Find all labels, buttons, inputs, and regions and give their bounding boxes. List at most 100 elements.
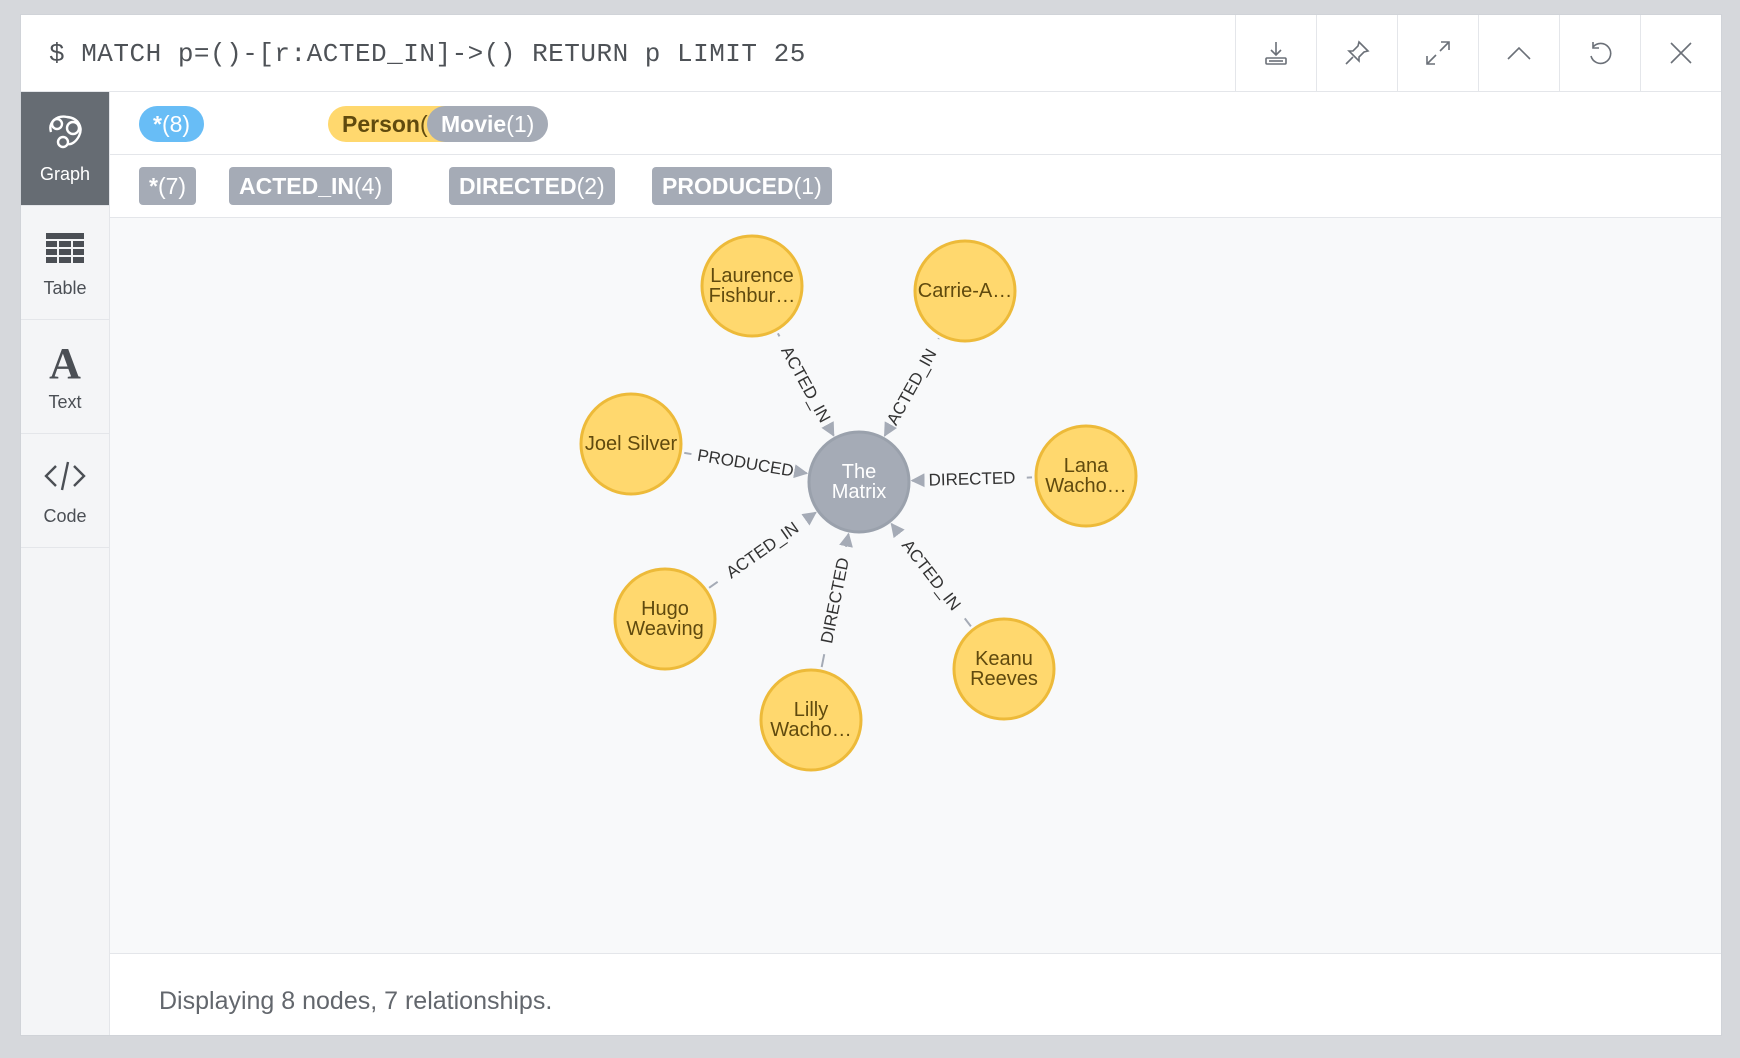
collapse-icon xyxy=(1507,46,1531,60)
label-pill-all[interactable]: *(8) xyxy=(139,106,205,142)
sidebar-item-text[interactable]: A Text xyxy=(21,320,109,434)
result-frame: $ MATCH p=()-[r:ACTED_IN]->() RETURN p L… xyxy=(20,14,1722,1036)
relationship-carrie[interactable]: ACTED_IN xyxy=(883,337,940,437)
download-button[interactable] xyxy=(1235,15,1316,91)
node-caption: Fishbur… xyxy=(709,285,796,307)
graph-svg[interactable]: ACTED_IN ACTED_IN PRODUCED DIRECTED ACTED_IN… xyxy=(110,218,1721,953)
node-caption: Joel Silver xyxy=(585,433,678,455)
node-caption: Lana xyxy=(1064,455,1109,477)
label-count: (1) xyxy=(506,111,535,137)
relationship-label: DIRECTED xyxy=(817,556,853,645)
rel-count: (2) xyxy=(576,173,605,199)
graph-icon xyxy=(49,115,82,149)
sidebar-item-label: Text xyxy=(48,392,82,412)
download-icon xyxy=(1265,42,1287,65)
relationship-label: ACTED_IN xyxy=(898,536,965,614)
rel-tag-directed[interactable]: DIRECTED(2) xyxy=(449,167,615,205)
relationship-label: ACTED_IN xyxy=(777,343,834,426)
graph-canvas[interactable]: ACTED_IN ACTED_IN PRODUCED DIRECTED ACTED_IN… xyxy=(110,218,1721,954)
relationship-joel[interactable]: PRODUCED xyxy=(684,446,809,481)
code-icon xyxy=(44,461,86,491)
sidebar-item-graph[interactable]: Graph xyxy=(21,92,109,206)
relationship-line xyxy=(684,451,692,456)
rel-name: PRODUCED xyxy=(662,173,794,199)
rel-count: (1) xyxy=(793,173,822,199)
label-name: Movie xyxy=(441,111,507,137)
frame-toolbar xyxy=(1235,15,1721,91)
relationship-lilly[interactable]: DIRECTED xyxy=(817,532,853,668)
relationship-arrow xyxy=(839,532,853,548)
rel-name: ACTED_IN xyxy=(239,173,355,199)
query-text[interactable]: $ MATCH p=()-[r:ACTED_IN]->() RETURN p L… xyxy=(49,39,806,69)
svg-text:A: A xyxy=(49,340,81,384)
rel-name: * xyxy=(149,173,158,199)
node-caption: Keanu xyxy=(975,648,1033,670)
relationship-arrow xyxy=(801,511,817,526)
sidebar-item-label: Code xyxy=(43,506,87,526)
node-person-lana[interactable]: LanaWacho… xyxy=(1034,424,1138,528)
fullscreen-button[interactable] xyxy=(1397,15,1478,91)
status-bar-text: Displaying 8 nodes, 7 relationships. xyxy=(159,987,553,1015)
relationship-keanu[interactable]: ACTED_IN xyxy=(890,522,972,627)
relationship-lana[interactable]: DIRECTED xyxy=(910,468,1033,490)
sidebar-item-label: Table xyxy=(43,278,87,298)
rel-count: (4) xyxy=(354,173,383,199)
rel-count: (7) xyxy=(157,173,187,199)
pin-button[interactable] xyxy=(1316,15,1397,91)
node-person-hugo[interactable]: HugoWeaving xyxy=(613,567,717,671)
node-caption: Wacho… xyxy=(1045,475,1127,497)
relationship-line xyxy=(963,617,972,627)
collapse-button[interactable] xyxy=(1478,15,1559,91)
node-person-keanu[interactable]: KeanuReeves xyxy=(952,617,1056,721)
node-person-lilly[interactable]: LillyWacho… xyxy=(759,668,863,772)
frame-header: $ MATCH p=()-[r:ACTED_IN]->() RETURN p L… xyxy=(21,15,1721,92)
view-sidebar: Graph Table A Text Code xyxy=(21,92,110,1035)
node-caption: Laurence xyxy=(710,265,793,287)
relationship-type-legend: *(7) ACTED_IN(4) DIRECTED(2) PRODUCED(1) xyxy=(110,155,1721,218)
relationship-label: ACTED_IN xyxy=(723,518,803,582)
relationship-label: ACTED_IN xyxy=(883,346,940,429)
relationship-line xyxy=(708,581,719,589)
relationship-arrow xyxy=(890,522,905,539)
node-caption: Hugo xyxy=(641,598,689,620)
node-caption: Matrix xyxy=(832,481,886,503)
node-label-legend: *(8) Person(7) Movie(1) xyxy=(110,92,1721,155)
close-button[interactable] xyxy=(1640,15,1721,91)
node-caption: Lilly xyxy=(794,699,828,721)
node-caption: Weaving xyxy=(626,618,703,640)
label-pill-movie[interactable]: Movie(1) xyxy=(427,106,549,142)
rerun-icon xyxy=(1590,42,1612,65)
rel-tag-all[interactable]: *(7) xyxy=(139,167,197,205)
relationship-label: PRODUCED xyxy=(696,446,795,481)
rerun-button[interactable] xyxy=(1559,15,1640,91)
table-icon xyxy=(46,233,84,263)
node-movie-matrix[interactable]: TheMatrix xyxy=(807,430,911,534)
relationship-arrow xyxy=(793,464,809,479)
label-name: * xyxy=(153,111,162,137)
rel-tag-acted-in[interactable]: ACTED_IN(4) xyxy=(229,167,393,205)
rel-name: DIRECTED xyxy=(459,173,577,199)
sidebar-item-label: Graph xyxy=(39,164,91,184)
node-person-laurence[interactable]: LaurenceFishbur… xyxy=(700,234,804,338)
relationship-laurence[interactable]: ACTED_IN xyxy=(776,332,835,437)
sidebar-item-table[interactable]: Table xyxy=(21,206,109,320)
relationship-label: DIRECTED xyxy=(928,468,1015,489)
node-caption: The xyxy=(842,461,876,483)
relationship-hugo[interactable]: ACTED_IN xyxy=(708,511,817,589)
label-name: Person xyxy=(342,111,420,137)
relationship-arrow xyxy=(821,421,835,437)
sidebar-item-code[interactable]: Code xyxy=(21,434,109,548)
relationship-line xyxy=(776,332,781,337)
node-person-joel[interactable]: Joel Silver xyxy=(579,392,683,496)
node-caption: Reeves xyxy=(970,668,1038,690)
relationship-line xyxy=(820,654,826,668)
pin-icon xyxy=(1345,40,1370,65)
rel-tag-produced[interactable]: PRODUCED(1) xyxy=(652,167,832,205)
close-icon xyxy=(1670,42,1692,64)
node-caption: Carrie-A… xyxy=(918,280,1012,302)
node-caption: Wacho… xyxy=(770,719,852,741)
node-person-carrie[interactable]: Carrie-A… xyxy=(913,239,1017,343)
label-count: (8) xyxy=(161,111,191,137)
node-layer: TheMatrixLaurenceFishbur… Carrie-A…Joel S… xyxy=(579,234,1138,772)
expand-icon xyxy=(1426,41,1450,65)
